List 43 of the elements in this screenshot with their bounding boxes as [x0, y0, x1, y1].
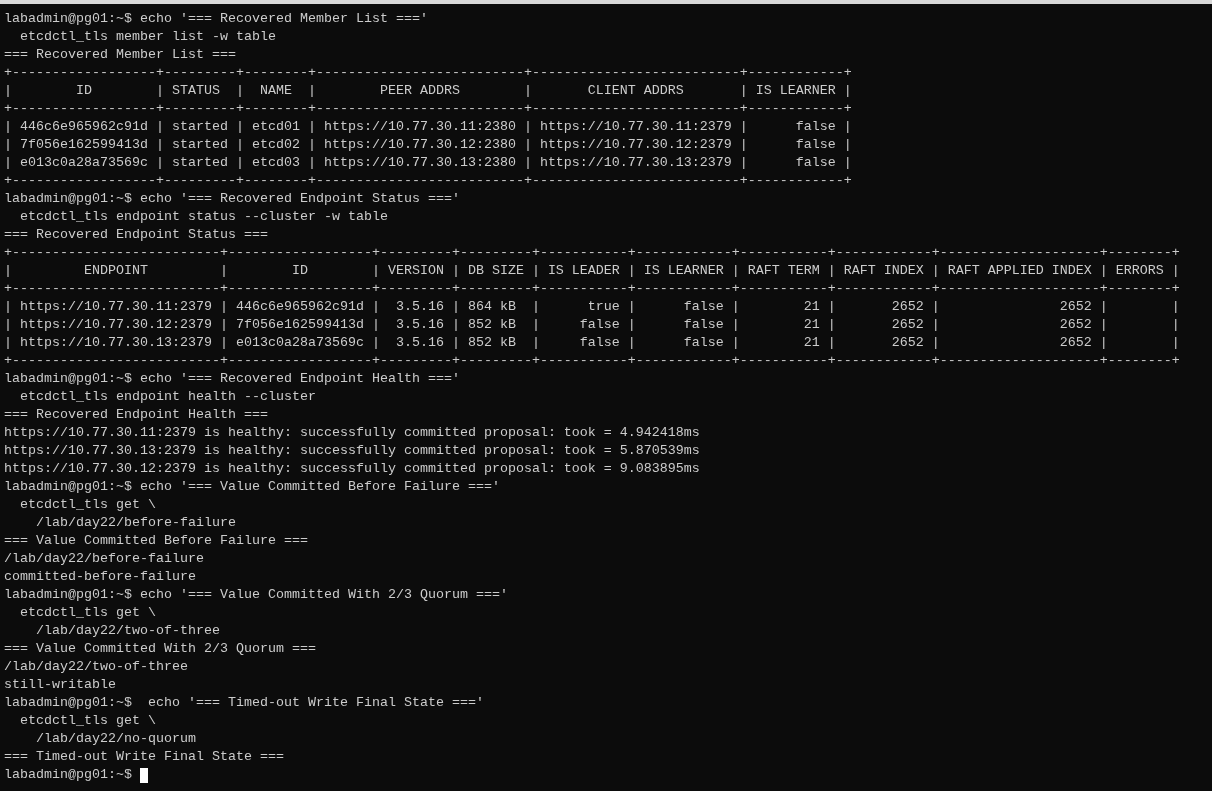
terminal-line: === Timed-out Write Final State ===	[4, 748, 284, 766]
terminal-line: +--------------------------+------------------+---------+---------+-----------+------------+-----------+------------+--------------------+--------+	[4, 244, 1180, 262]
terminal-line: etcdctl_tls get \	[19, 496, 156, 514]
terminal-line: === Recovered Member List ===	[4, 46, 236, 64]
terminal-line: etcdctl_tls get \	[19, 604, 156, 622]
terminal-line: https://10.77.30.11:2379 is healthy: successfully committed proposal: took = 4.942418ms	[4, 424, 700, 442]
terminal-line: +--------------------------+------------------+---------+---------+-----------+------------+-----------+------------+--------------------+--------+	[4, 352, 1180, 370]
terminal-line: | 446c6e965962c91d | started | etcd01 | https://10.77.30.11:2380 | https://10.77.30.11:2379 | false |	[4, 118, 852, 136]
terminal-line: /lab/day22/no-quorum	[35, 730, 196, 748]
terminal-line: === Value Committed With 2/3 Quorum ===	[4, 640, 316, 658]
terminal-line: | e013c0a28a73569c | started | etcd03 | https://10.77.30.13:2380 | https://10.77.30.13:2379 | false |	[4, 154, 852, 172]
terminal-line: labadmin@pg01:~$ echo '=== Recovered Endpoint Health ==='	[4, 370, 460, 388]
terminal-line: /lab/day22/two-of-three	[35, 622, 220, 640]
terminal-line: | https://10.77.30.12:2379 | 7f056e162599413d | 3.5.16 | 852 kB | false | false | 21 | 2652 | 2652 | |	[4, 316, 1180, 334]
terminal-line: === Recovered Endpoint Health ===	[4, 406, 268, 424]
terminal-line: etcdctl_tls endpoint status --cluster -w table	[19, 208, 388, 226]
terminal-line: labadmin@pg01:~$ echo '=== Recovered Endpoint Status ==='	[4, 190, 460, 208]
terminal-line: labadmin@pg01:~$ echo '=== Timed-out Write Final State ==='	[4, 694, 484, 712]
terminal-line: https://10.77.30.12:2379 is healthy: successfully committed proposal: took = 9.083895ms	[4, 460, 700, 478]
terminal-line: === Value Committed Before Failure ===	[4, 532, 308, 550]
terminal-line: +------------------+---------+--------+--------------------------+--------------------------+------------+	[4, 100, 852, 118]
terminal-line: https://10.77.30.13:2379 is healthy: successfully committed proposal: took = 5.870539ms	[4, 442, 700, 460]
terminal-line: | ENDPOINT | ID | VERSION | DB SIZE | IS LEADER | IS LEARNER | RAFT TERM | RAFT INDEX | RAFT APPLIED INDEX | ERRORS |	[4, 262, 1180, 280]
terminal-line: +------------------+---------+--------+--------------------------+--------------------------+------------+	[4, 64, 852, 82]
terminal-line: /lab/day22/two-of-three	[4, 658, 188, 676]
terminal-line: | https://10.77.30.11:2379 | 446c6e965962c91d | 3.5.16 | 864 kB | true | false | 21 | 2652 | 2652 | |	[4, 298, 1180, 316]
terminal-line: +------------------+---------+--------+--------------------------+--------------------------+------------+	[4, 172, 852, 190]
terminal-line: labadmin@pg01:~$	[4, 766, 132, 784]
terminal-line: /lab/day22/before-failure	[4, 550, 204, 568]
terminal-line: labadmin@pg01:~$ echo '=== Recovered Member List ==='	[4, 10, 428, 28]
terminal-line: still-writable	[4, 676, 116, 694]
terminal-line: etcdctl_tls endpoint health --cluster	[19, 388, 316, 406]
terminal-line: committed-before-failure	[4, 568, 196, 586]
terminal-line: labadmin@pg01:~$ echo '=== Value Committed With 2/3 Quorum ==='	[4, 586, 508, 604]
terminal-line: etcdctl_tls member list -w table	[19, 28, 276, 46]
terminal-line: +--------------------------+------------------+---------+---------+-----------+------------+-----------+------------+--------------------+--------+	[4, 280, 1180, 298]
terminal-line: /lab/day22/before-failure	[35, 514, 236, 532]
terminal-line: | 7f056e162599413d | started | etcd02 | https://10.77.30.12:2380 | https://10.77.30.12:2379 | false |	[4, 136, 852, 154]
terminal-line: | ID | STATUS | NAME | PEER ADDRS | CLIENT ADDRS | IS LEARNER |	[4, 82, 852, 100]
terminal-line: etcdctl_tls get \	[19, 712, 156, 730]
terminal-line: labadmin@pg01:~$ echo '=== Value Committed Before Failure ==='	[4, 478, 500, 496]
terminal-line: === Recovered Endpoint Status ===	[4, 226, 268, 244]
terminal-line: | https://10.77.30.13:2379 | e013c0a28a73569c | 3.5.16 | 852 kB | false | false | 21 | 2652 | 2652 | |	[4, 334, 1180, 352]
